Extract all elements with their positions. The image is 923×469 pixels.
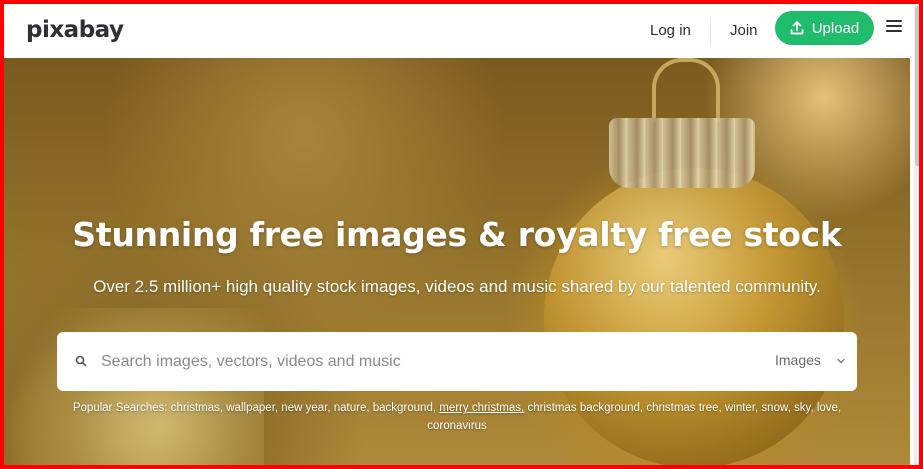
popular-tag[interactable]: wallpaper, [226,402,278,414]
scrollbar-thumb[interactable] [915,6,919,166]
nav-divider [710,16,711,46]
popular-tag[interactable]: coronavirus [427,420,486,432]
hero-ornament-cap [609,118,755,188]
upload-button[interactable]: Upload [775,11,874,45]
chevron-down-icon[interactable] [837,357,845,365]
popular-tag[interactable]: background, [373,402,436,414]
page-frame: pixabay Log in Join Upload Stunning free… [0,0,923,469]
hero-title: Stunning free images & royalty free stoc… [72,215,842,254]
popular-tag[interactable]: snow, [761,402,790,414]
hero-subtitle: Over 2.5 million+ high quality stock ima… [93,277,821,296]
search-input[interactable] [99,346,723,378]
popular-tag[interactable]: christmas, [171,402,223,414]
popular-tag[interactable]: new year, [281,402,330,414]
join-link[interactable]: Join [730,22,758,39]
upload-icon [790,21,804,35]
search-bar: Images [57,332,857,391]
popular-searches-label: Popular Searches: [72,402,168,414]
search-icon[interactable] [75,355,87,367]
pixabay-logo[interactable]: pixabay [26,17,124,43]
popular-tag[interactable]: winter, [725,402,758,414]
popular-tag[interactable]: christmas background, [527,402,643,414]
popular-searches: Popular Searches: christmas, wallpaper, … [28,399,886,435]
hero-banner: Stunning free images & royalty free stoc… [4,58,910,465]
popular-tag[interactable]: christmas tree, [646,402,721,414]
popular-tag[interactable]: sky, [794,402,814,414]
hero-ornament-loop [652,58,720,122]
login-link[interactable]: Log in [650,22,691,39]
hamburger-menu-icon[interactable] [886,20,902,34]
popular-tag-active[interactable]: merry christmas, [439,402,524,414]
upload-label: Upload [811,19,860,37]
popular-tag[interactable]: love, [817,402,841,414]
top-nav-bar: pixabay Log in Join Upload [4,4,919,58]
popular-tag[interactable]: nature, [334,402,370,414]
search-type-select[interactable]: Images [775,352,821,368]
